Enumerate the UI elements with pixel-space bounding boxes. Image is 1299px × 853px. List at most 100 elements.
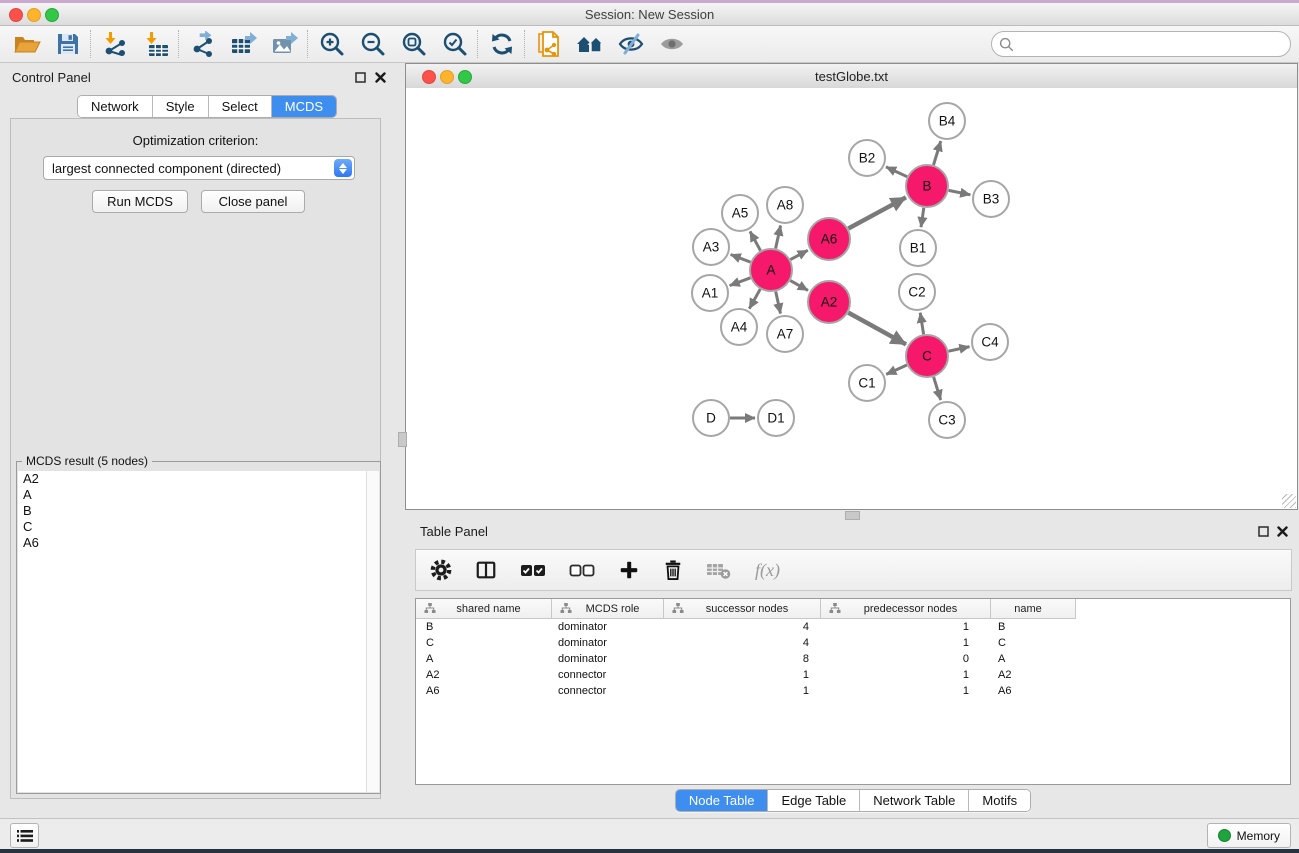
table-cell[interactable]: A6 [991, 685, 1076, 697]
column-header-MCDS-role[interactable]: MCDS role [552, 599, 664, 619]
graph-edge-C-C1[interactable] [886, 365, 907, 374]
tab-network-table[interactable]: Network Table [860, 790, 969, 811]
graph-edge-A-A4[interactable] [749, 289, 760, 309]
network-graph[interactable]: B4B2BB3A8A5A6A3B1AA1C2A2A4A7C4CC1C3DD1 [406, 88, 1297, 509]
export-network-button[interactable] [182, 28, 223, 60]
table-row[interactable]: A2connector11A2 [416, 667, 1290, 683]
optimization-criterion-select[interactable]: largest connected component (directed) [43, 156, 355, 180]
graph-edge-A-A5[interactable] [750, 231, 761, 250]
close-panel-button[interactable]: Close panel [201, 190, 305, 213]
table-cell[interactable]: connector [552, 669, 664, 681]
column-header-successor-nodes[interactable]: successor nodes [664, 599, 821, 619]
mcds-result-item[interactable]: A2 [18, 471, 367, 487]
table-row[interactable]: Adominator80A [416, 651, 1290, 667]
table-cell[interactable]: 1 [664, 669, 821, 681]
run-mcds-button[interactable]: Run MCDS [92, 190, 188, 213]
show-column-icon[interactable] [475, 559, 497, 581]
zoom-out-button[interactable] [352, 28, 393, 60]
export-image-button[interactable] [264, 28, 305, 60]
graph-edge-B-B2[interactable] [886, 167, 907, 177]
table-cell[interactable]: 1 [821, 685, 991, 697]
unselect-all-icon[interactable] [569, 561, 595, 579]
table-cell[interactable]: 4 [664, 637, 821, 649]
close-table-panel-icon[interactable] [1277, 526, 1288, 537]
table-cell[interactable]: A6 [416, 685, 552, 697]
table-cell[interactable]: dominator [552, 653, 664, 665]
search-input[interactable] [1014, 35, 1290, 53]
table-cell[interactable]: C [416, 637, 552, 649]
tab-network[interactable]: Network [78, 96, 153, 117]
table-cell[interactable]: B [991, 621, 1076, 633]
zoom-in-button[interactable] [311, 28, 352, 60]
refresh-button[interactable] [481, 28, 522, 60]
float-table-panel-icon[interactable] [1258, 526, 1269, 537]
graph-edge-B-B1[interactable] [921, 208, 924, 227]
horizontal-splitter-handle[interactable] [845, 511, 860, 520]
tab-motifs[interactable]: Motifs [969, 790, 1030, 811]
graph-edge-A-A2[interactable] [790, 281, 808, 291]
close-panel-icon[interactable] [375, 72, 386, 83]
task-history-button[interactable] [10, 823, 39, 848]
mcds-result-list[interactable]: A2ABCA6 [18, 471, 367, 792]
graph-edge-C-C3[interactable] [934, 377, 941, 400]
table-cell[interactable]: connector [552, 685, 664, 697]
table-cell[interactable]: dominator [552, 621, 664, 633]
tab-edge-table[interactable]: Edge Table [768, 790, 860, 811]
table-row[interactable]: Cdominator41C [416, 635, 1290, 651]
mcds-result-item[interactable]: A [18, 487, 367, 503]
import-network-button[interactable] [94, 28, 135, 60]
table-cell[interactable]: 1 [821, 637, 991, 649]
table-cell[interactable]: A2 [416, 669, 552, 681]
table-cell[interactable]: 1 [821, 621, 991, 633]
show-graphics-details-button[interactable] [651, 28, 692, 60]
new-network-from-selection-button[interactable] [528, 28, 569, 60]
window-resize-grip[interactable] [1282, 494, 1296, 508]
tab-style[interactable]: Style [153, 96, 209, 117]
show-all-networks-button[interactable] [569, 28, 610, 60]
graph-edge-A-A7[interactable] [776, 292, 781, 314]
select-all-icon[interactable] [520, 561, 546, 579]
network-canvas[interactable]: B4B2BB3A8A5A6A3B1AA1C2A2A4A7C4CC1C3DD1 [406, 88, 1297, 509]
table-row[interactable]: A6connector11A6 [416, 683, 1290, 699]
float-panel-icon[interactable] [355, 72, 366, 83]
graph-edge-A-A8[interactable] [776, 226, 781, 249]
table-cell[interactable]: 0 [821, 653, 991, 665]
graph-edge-A-A3[interactable] [731, 255, 751, 263]
graph-edge-B-B3[interactable] [949, 190, 971, 194]
graph-edge-A2-C[interactable] [848, 313, 906, 345]
graph-edge-C-C4[interactable] [949, 347, 970, 352]
graph-edge-A6-B[interactable] [848, 197, 906, 228]
table-cell[interactable]: 4 [664, 621, 821, 633]
result-list-scrollbar[interactable] [366, 471, 379, 792]
tab-node-table[interactable]: Node Table [676, 790, 769, 811]
column-header-predecessor-nodes[interactable]: predecessor nodes [821, 599, 991, 619]
table-cell[interactable]: 1 [821, 669, 991, 681]
table-row[interactable]: Bdominator41B [416, 619, 1290, 635]
column-header-name[interactable]: name [991, 599, 1076, 619]
hide-graphics-details-button[interactable] [610, 28, 651, 60]
export-table-button[interactable] [223, 28, 264, 60]
table-cell[interactable]: dominator [552, 637, 664, 649]
table-cell[interactable]: A2 [991, 669, 1076, 681]
graph-edge-B-B4[interactable] [934, 141, 941, 165]
network-window-titlebar[interactable]: testGlobe.txt [406, 64, 1297, 89]
tab-mcds[interactable]: MCDS [272, 96, 336, 117]
import-table-button[interactable] [135, 28, 176, 60]
table-cell[interactable]: 1 [664, 685, 821, 697]
table-settings-gear-icon[interactable] [430, 559, 452, 581]
delete-column-trash-icon[interactable] [663, 559, 683, 581]
graph-edge-C-C2[interactable] [920, 313, 923, 335]
table-cell[interactable]: A [416, 653, 552, 665]
create-column-plus-icon[interactable] [618, 559, 640, 581]
column-header-shared-name[interactable]: shared name [416, 599, 552, 619]
graph-edge-A-A6[interactable] [790, 250, 807, 259]
zoom-fit-button[interactable] [393, 28, 434, 60]
open-session-button[interactable] [6, 28, 47, 60]
mcds-result-item[interactable]: A6 [18, 535, 367, 551]
mcds-result-item[interactable]: B [18, 503, 367, 519]
table-cell[interactable]: B [416, 621, 552, 633]
vertical-splitter-handle[interactable] [398, 432, 407, 447]
graph-edge-A-A1[interactable] [730, 278, 751, 286]
table-cell[interactable]: A [991, 653, 1076, 665]
zoom-selected-button[interactable] [434, 28, 475, 60]
